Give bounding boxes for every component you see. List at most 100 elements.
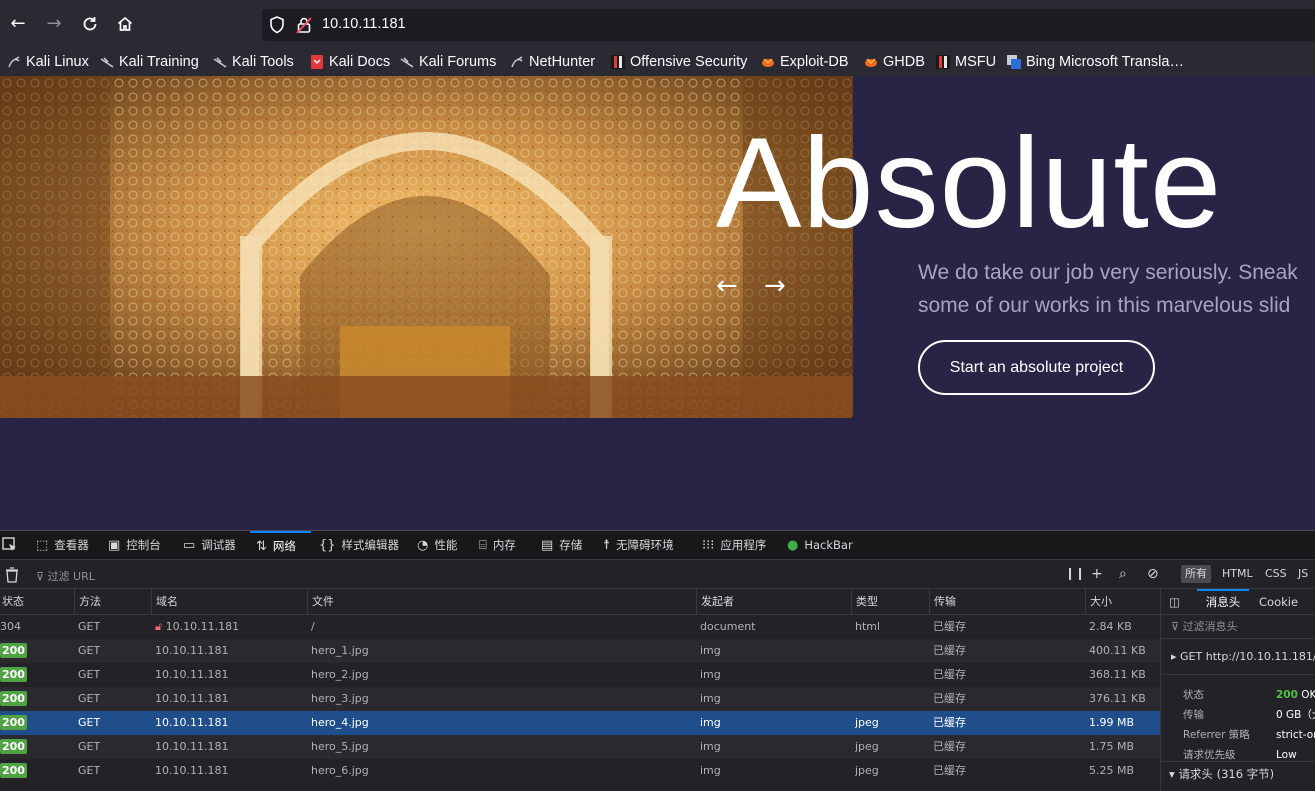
start-project-button[interactable]: Start an absolute project xyxy=(918,340,1155,395)
cell-type: jpeg xyxy=(855,716,879,729)
element-picker-icon[interactable] xyxy=(2,531,18,559)
tab-style-editor[interactable]: {} 样式编辑器 xyxy=(319,531,399,559)
cell-status: 200 xyxy=(0,663,27,687)
bookmark-offensive-security[interactable]: Offensive Security xyxy=(611,52,747,72)
table-header: 状态 方法 域名 文件 发起者 类型 传输 大小 xyxy=(0,589,1160,615)
tab-memory[interactable]: ⌸ 内存 xyxy=(479,531,516,559)
status-badge: 200 xyxy=(0,691,27,706)
bookmark-kali-forums[interactable]: Kali Forums xyxy=(400,52,496,72)
home-icon[interactable] xyxy=(113,11,137,37)
cell-method: GET xyxy=(78,764,101,777)
cell-transfer: 已缓存 xyxy=(933,716,966,729)
bookmark-exploit-db[interactable]: Exploit-DB xyxy=(761,52,849,72)
col-transfer[interactable]: 传输 xyxy=(929,589,956,615)
url-text: 10.10.11.181 xyxy=(322,16,406,32)
table-row[interactable]: 304 GET 🔓︎ 10.10.11.181 / document html 已缓存 2.8… xyxy=(0,615,1160,639)
cell-transfer: 已缓存 xyxy=(933,620,966,633)
performance-icon: ◔ xyxy=(417,537,429,553)
table-row[interactable]: 200 GET 10.10.11.181 hero_6.jpg img jpeg 已缓存 5.… xyxy=(0,759,1160,783)
status-badge: 200 xyxy=(0,715,27,730)
tab-cookie[interactable]: Cookie xyxy=(1259,589,1298,615)
filter-html[interactable]: HTML xyxy=(1218,565,1257,583)
bookmark-msfu[interactable]: MSFU xyxy=(936,52,996,72)
cell-size: 5.25 MB xyxy=(1089,764,1135,777)
cell-size: 1.75 MB xyxy=(1089,740,1135,753)
col-status[interactable]: 状态 xyxy=(0,589,24,615)
filter-js[interactable]: JS xyxy=(1294,565,1312,583)
status-badge: 304 xyxy=(0,620,21,633)
block-icon[interactable]: ⊘ xyxy=(1147,566,1159,582)
bookmark-kali-linux[interactable]: Kali Linux xyxy=(7,52,89,72)
toggle-panel-icon[interactable]: ◫ xyxy=(1169,589,1180,615)
offsec-icon xyxy=(611,55,625,69)
cell-method: GET xyxy=(78,668,101,681)
status-badge: 200 xyxy=(0,667,27,682)
cell-type: jpeg xyxy=(855,764,879,777)
table-row[interactable]: 200 GET 10.10.11.181 hero_1.jpg img 已缓存 400.11… xyxy=(0,639,1160,663)
filter-all[interactable]: 所有 xyxy=(1181,565,1211,583)
tab-console[interactable]: ▣ 控制台 xyxy=(108,531,161,559)
tab-storage[interactable]: ▤ 存储 xyxy=(541,531,582,559)
forward-icon[interactable]: → xyxy=(42,11,66,37)
bookmarks-bar: Kali Linux Kali Training Kali Tools Kali… xyxy=(0,48,1315,76)
network-request-table: 状态 方法 域名 文件 发起者 类型 传输 大小 304 GET 🔓︎ 10.10.… xyxy=(0,589,1160,791)
filter-url-input[interactable]: ⊽ 过滤 URL xyxy=(36,568,95,584)
cell-file: hero_1.jpg xyxy=(311,644,369,657)
details-tabs: ◫ 消息头 Cookie xyxy=(1161,589,1315,615)
add-icon[interactable]: + xyxy=(1091,566,1103,582)
tab-inspector[interactable]: ⬚ 查看器 xyxy=(36,531,89,559)
url-bar[interactable]: 10.10.11.181 xyxy=(262,9,1315,41)
cell-transfer: 已缓存 xyxy=(933,644,966,657)
cell-method: GET xyxy=(78,740,101,753)
cell-transfer: 已缓存 xyxy=(933,668,966,681)
inspector-icon: ⬚ xyxy=(36,537,49,553)
slider-next-icon[interactable]: → xyxy=(764,272,786,300)
memory-icon: ⌸ xyxy=(479,537,487,553)
tab-network[interactable]: ⇅ 网络 xyxy=(250,531,311,559)
tab-debugger[interactable]: ▭ 调试器 xyxy=(183,531,236,559)
headers-filter-input[interactable]: ⊽ 过滤消息头 xyxy=(1161,615,1315,639)
tab-hackbar[interactable]: ● HackBar xyxy=(787,531,853,559)
cell-initiator: document xyxy=(700,620,756,633)
bookmark-kali-training[interactable]: Kali Training xyxy=(100,52,199,72)
request-line[interactable]: ▸ GET http://10.10.11.181/ima xyxy=(1161,639,1315,675)
cell-transfer: 已缓存 xyxy=(933,740,966,753)
bookmark-nethunter[interactable]: NetHunter xyxy=(510,52,595,72)
slider-prev-icon[interactable]: ← xyxy=(716,272,738,300)
bookmark-kali-docs[interactable]: Kali Docs xyxy=(310,52,390,72)
cell-size: 368.11 KB xyxy=(1089,668,1146,681)
storage-icon: ▤ xyxy=(541,537,554,553)
tab-application[interactable]: ⁝⁝⁝ 应用程序 xyxy=(702,531,766,559)
bookmark-kali-tools[interactable]: Kali Tools xyxy=(213,52,294,72)
search-icon[interactable]: ⌕ xyxy=(1119,566,1127,582)
tab-accessibility[interactable]: ☨ 无障碍环境 xyxy=(603,531,674,559)
table-row[interactable]: 200 GET 10.10.11.181 hero_3.jpg img 已缓存 376.11… xyxy=(0,687,1160,711)
request-headers-section[interactable]: ▾ 请求头 (316 字节) xyxy=(1161,761,1315,785)
filter-css[interactable]: CSS xyxy=(1261,565,1291,583)
cell-method: GET xyxy=(78,692,101,705)
shield-icon[interactable] xyxy=(268,15,286,39)
cell-type: html xyxy=(855,620,881,633)
referrer-row: Referrer 策略 strict-or xyxy=(1183,729,1315,741)
cell-file: hero_2.jpg xyxy=(311,668,369,681)
col-method[interactable]: 方法 xyxy=(74,589,101,615)
reload-icon[interactable] xyxy=(78,11,102,37)
insecure-lock-icon[interactable] xyxy=(296,15,312,39)
col-size[interactable]: 大小 xyxy=(1085,589,1112,615)
bookmark-bing-translator[interactable]: Bing Microsoft Transla… xyxy=(1007,52,1184,72)
tab-headers[interactable]: 消息头 xyxy=(1197,589,1249,615)
col-file[interactable]: 文件 xyxy=(307,589,334,615)
bookmark-ghdb[interactable]: GHDB xyxy=(864,52,925,72)
table-row[interactable]: 200 GET 10.10.11.181 hero_4.jpg img jpeg 已缓存 1.… xyxy=(0,711,1160,735)
col-domain[interactable]: 域名 xyxy=(151,589,178,615)
table-row[interactable]: 200 GET 10.10.11.181 hero_2.jpg img 已缓存 368.11… xyxy=(0,663,1160,687)
col-type[interactable]: 类型 xyxy=(851,589,878,615)
pause-icon[interactable]: ❙❙ xyxy=(1065,566,1085,580)
clear-trash-icon[interactable] xyxy=(5,567,19,587)
back-icon[interactable]: ← xyxy=(6,11,30,37)
col-initiator[interactable]: 发起者 xyxy=(696,589,734,615)
devtools-panel: ⬚ 查看器 ▣ 控制台 ▭ 调试器 ⇅ 网络 {} 样式编辑器 ◔ 性能 ⌸ 内存 ▤ 存储 ☨… xyxy=(0,530,1315,791)
tab-performance[interactable]: ◔ 性能 xyxy=(417,531,457,559)
table-row[interactable]: 200 GET 10.10.11.181 hero_5.jpg img jpeg 已缓存 1.… xyxy=(0,735,1160,759)
browser-toolbar: ← → 10.10.11.181 xyxy=(0,0,1315,48)
